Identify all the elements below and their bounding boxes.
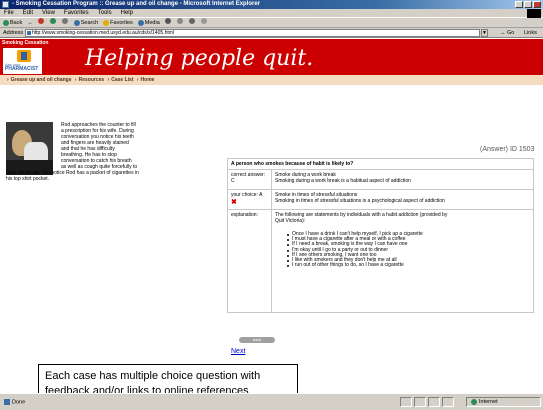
nav-home-link[interactable]: Home — [141, 77, 155, 83]
menu-file[interactable]: File — [4, 9, 14, 17]
pharmacist-emblem-icon — [17, 50, 31, 62]
window-title-bar: - Smoking Cessation Program :: Grease up… — [0, 0, 543, 9]
question-feedback-table: A person who smokes because of habit is … — [227, 158, 534, 313]
security-zone: Internet — [466, 397, 541, 407]
menu-edit[interactable]: Edit — [23, 9, 33, 17]
page-done-icon — [4, 399, 10, 405]
edit-icon[interactable] — [200, 18, 207, 24]
window-controls — [515, 1, 541, 8]
your-choice-answer-cell: Smoke in times of stressful situations S… — [271, 189, 534, 210]
nav-case-link[interactable]: Grease up and oil change — [11, 77, 72, 83]
mail-icon[interactable] — [176, 18, 183, 24]
explanation-list: Once I have a drink I can't help myself,… — [287, 231, 530, 268]
search-icon — [73, 19, 80, 26]
menu-view[interactable]: View — [42, 9, 55, 17]
nav-case-list-link[interactable]: Case List — [111, 77, 133, 83]
forward-toolbar-button[interactable]: → — [27, 18, 33, 27]
address-dropdown-button[interactable]: ▼ — [481, 29, 488, 37]
explanation-cell: The following are statements by individu… — [271, 209, 534, 313]
menu-help[interactable]: Help — [121, 9, 133, 17]
narrative-line: his top shirt pocket. — [6, 176, 50, 182]
back-button[interactable]: back — [239, 337, 275, 343]
your-choice-label: your choice: A — [231, 192, 263, 198]
history-icon[interactable] — [164, 18, 171, 24]
answer-id: (Answer) ID 1503 — [480, 146, 535, 153]
table-row: your choice: A ✖ Smoke in times of stres… — [227, 189, 534, 210]
standard-toolbar: Back → Search Favorites Media — [0, 18, 543, 28]
table-row: correct answer: C Smoke during a work br… — [227, 169, 534, 190]
address-label: Address — [3, 30, 24, 36]
site-headline: Helping people quit. — [85, 46, 314, 71]
correct-answer-label: correct answer: C — [227, 169, 272, 190]
globe-icon — [471, 398, 477, 405]
caption-callout: Each case has multiple choice question w… — [38, 364, 298, 393]
list-item: I run out of other things to do, so I ha… — [287, 263, 530, 268]
next-link[interactable]: Next — [231, 348, 245, 355]
status-panels — [400, 397, 454, 407]
refresh-icon[interactable] — [49, 18, 56, 24]
favorites-toolbar-button[interactable]: Favorites — [103, 18, 133, 27]
site-nav: › Grease up and oil change › Resources › Ca… — [0, 75, 543, 85]
minimize-button[interactable] — [515, 1, 523, 8]
logo-pharmacist-text: PHARMACIST — [5, 66, 39, 72]
go-button[interactable]: → Go — [500, 28, 514, 38]
correct-answer-reason: Smoking during a work break is a habitua… — [275, 178, 411, 184]
case-narrative: Rod approaches the counter to fill a pre… — [0, 122, 222, 192]
site-tag: Smoking Cessation — [2, 40, 49, 46]
ie-app-icon — [2, 1, 9, 8]
window-title: - Smoking Cessation Program :: Grease up… — [12, 1, 261, 7]
star-icon — [103, 19, 110, 26]
search-toolbar-button[interactable]: Search — [73, 18, 98, 27]
correct-answer-cell: Smoke during a work break Smoking during… — [271, 169, 534, 190]
address-url: http://www.smoking-cessation.med.usyd.ed… — [32, 30, 175, 36]
your-choice-cell: your choice: A ✖ — [227, 189, 272, 210]
question-text: A person who smokes because of habit is … — [227, 158, 534, 170]
site-banner: Smoking Cessation Ask your PHARMACIST He… — [0, 39, 543, 75]
back-toolbar-button[interactable]: Back — [3, 18, 22, 27]
page-icon — [27, 31, 31, 35]
nav-resources-link[interactable]: Resources — [79, 77, 105, 83]
table-row: A person who smokes because of habit is … — [227, 158, 534, 170]
print-icon[interactable] — [188, 18, 195, 24]
incorrect-x-icon: ✖ — [231, 199, 237, 206]
windows-logo-icon — [527, 9, 541, 18]
explanation-intro: Quit Victoria): — [275, 218, 306, 224]
explanation-label: explanation: — [227, 209, 272, 313]
menu-bar: File Edit View Favorites Tools Help — [0, 9, 543, 18]
pharmacist-logo[interactable]: Ask your PHARMACIST — [3, 48, 42, 74]
menu-favorites[interactable]: Favorites — [64, 9, 89, 17]
media-toolbar-button[interactable]: Media — [137, 18, 160, 27]
zone-label: Internet — [479, 399, 498, 405]
status-text: Done — [12, 399, 26, 406]
table-row: explanation: The following are statement… — [227, 209, 534, 313]
stop-icon[interactable] — [37, 18, 44, 24]
close-button[interactable] — [533, 1, 541, 8]
address-bar: Address http://www.smoking-cessation.med… — [0, 28, 543, 38]
your-choice-reason: Smoking in times of stressful situations… — [275, 198, 445, 204]
back-arrow-icon — [3, 19, 9, 26]
page-content: Smoking Cessation Ask your PHARMACIST He… — [0, 39, 543, 393]
status-text-wrap: Done — [4, 399, 25, 405]
maximize-button[interactable] — [524, 1, 532, 8]
address-input[interactable]: http://www.smoking-cessation.med.usyd.ed… — [25, 29, 480, 37]
home-icon[interactable] — [61, 18, 68, 24]
media-icon — [137, 19, 144, 26]
menu-tools[interactable]: Tools — [98, 9, 112, 17]
status-bar: Done Internet — [0, 393, 543, 410]
links-button[interactable]: Links — [524, 28, 537, 38]
